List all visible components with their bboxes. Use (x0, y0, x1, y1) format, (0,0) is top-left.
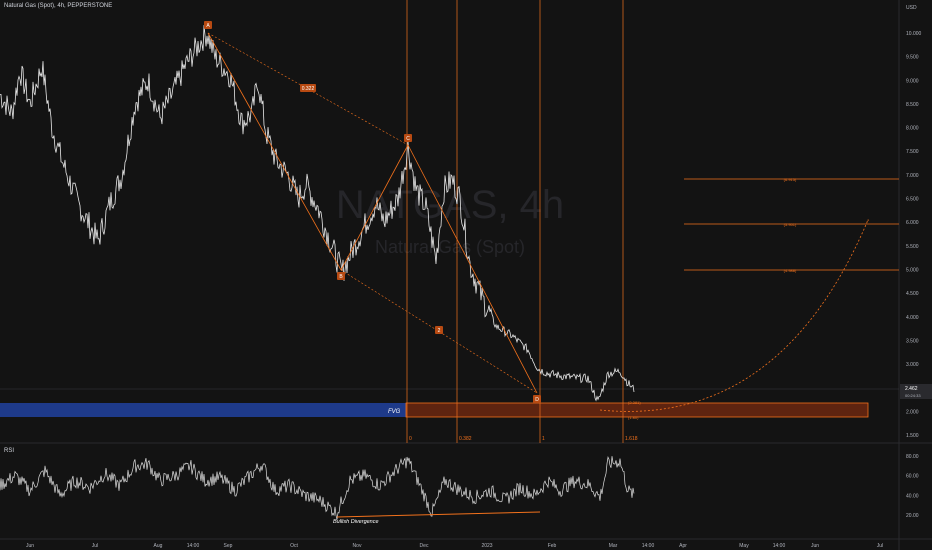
last-price-tag[interactable]: 2.462 00:24:33 (900, 384, 932, 399)
bd-badge-text: 2 (438, 328, 441, 334)
rsi-axis[interactable]: 80.00 60.00 40.00 20.00 (906, 454, 919, 519)
time-tick-label: Dec (420, 543, 429, 549)
price-tick-label: 8.500 (906, 102, 919, 108)
price-tick-label: 3.500 (906, 338, 919, 344)
price-tick-label: 7.000 (906, 173, 919, 179)
fvg-zone-blue[interactable] (0, 403, 406, 417)
time-tick-label: 14:00 (773, 543, 786, 549)
target-label-2: (5.951) (784, 222, 797, 227)
price-tick-label: 6.000 (906, 220, 919, 226)
time-tick-label: Jul (877, 543, 883, 549)
price-tick-label: 4.500 (906, 291, 919, 297)
pattern-point-b[interactable]: B (337, 272, 345, 280)
rsi-tick-label: 20.00 (906, 513, 919, 519)
price-tick-label: 9.500 (906, 55, 919, 61)
time-tick-label: Sep (224, 543, 233, 549)
pattern-point-d[interactable]: D (533, 395, 541, 403)
time-tick-label: 14:00 (642, 543, 655, 549)
chart-canvas[interactable]: NATGAS, 4h Natural Gas (Spot) FVG 0 0.38… (0, 0, 932, 550)
time-tick-label: Oct (290, 543, 298, 549)
price-tick-label: 2.000 (906, 409, 919, 415)
rsi-line[interactable] (0, 455, 635, 520)
price-tick-label: 5.500 (906, 244, 919, 250)
price-tick-label: 8.000 (906, 126, 919, 132)
time-tick-label: 14:00 (187, 543, 200, 549)
rsi-tick-label: 80.00 (906, 454, 919, 460)
target-label-3: (4.988) (784, 268, 797, 273)
small-label-2: (1.80) (628, 415, 639, 420)
time-tick-label: Jun (26, 543, 34, 549)
rsi-divergence-line[interactable] (336, 511, 541, 518)
pattern-point-c[interactable]: C (404, 134, 412, 142)
time-tick-label: Aug (154, 543, 163, 549)
time-tick-label: Feb (548, 543, 557, 549)
time-tick-label: Jun (811, 543, 819, 549)
fib-time-label-0: 0 (409, 436, 412, 442)
rsi-tick-label: 40.00 (906, 493, 919, 499)
watermark-symbol: NATGAS, 4h (336, 183, 564, 227)
rsi-tick-label: 60.00 (906, 474, 919, 480)
price-axis[interactable]: 10.000 9.500 9.000 8.500 8.000 7.500 7.000 6.50… (906, 31, 922, 439)
pattern-label-d: D (535, 397, 539, 403)
rsi-pane-label: RSI (4, 448, 15, 454)
time-tick-label: Apr (679, 543, 687, 549)
price-tick-label: 3.000 (906, 362, 919, 368)
divergence-label: Bullish Divergence (333, 519, 379, 525)
time-tick-label: Mar (609, 543, 618, 549)
time-tick-label: Nov (353, 543, 362, 549)
fvg-label: FVG (388, 409, 401, 415)
fib-time-label-1: 1 (542, 436, 545, 442)
pattern-point-a[interactable]: A (204, 21, 212, 29)
time-tick-label: 2023 (481, 543, 492, 549)
currency-label: USD (906, 5, 917, 11)
price-tick-label: 6.500 (906, 197, 919, 203)
watermark-name: Natural Gas (Spot) (375, 237, 525, 257)
chart-header-title[interactable]: Natural Gas (Spot), 4h, PEPPERSTONE (4, 3, 112, 9)
price-tick-label: 7.500 (906, 149, 919, 155)
price-tick-label: 5.000 (906, 268, 919, 274)
time-tick-label: May (739, 543, 749, 549)
last-price-value: 2.462 (905, 386, 918, 392)
ab-ratio-badge[interactable]: 0.322 (300, 84, 316, 92)
fib-time-label-1618: 1.618 (625, 436, 638, 442)
rsi-series[interactable] (0, 455, 635, 520)
small-label-1: (2.381) (628, 400, 641, 405)
price-tick-label: 10.000 (906, 31, 922, 37)
pattern-label-c: C (406, 136, 410, 142)
time-tick-label: Jul (92, 543, 98, 549)
pattern-leg-ab[interactable] (207, 32, 342, 271)
countdown-value: 00:24:33 (905, 393, 921, 398)
fib-time-label-0382: 0.382 (459, 436, 472, 442)
projection-curve[interactable] (599, 219, 869, 412)
price-tick-label: 4.000 (906, 315, 919, 321)
projection-end-marker: ↗ (866, 218, 869, 223)
bd-badge[interactable]: 2 (435, 326, 443, 334)
target-label-1: (6.915) (784, 177, 797, 182)
price-tick-label: 1.500 (906, 433, 919, 439)
ab-ratio-text: 0.322 (302, 86, 315, 92)
price-tick-label: 9.000 (906, 78, 919, 84)
time-axis[interactable]: Jun Jul Aug 14:00 Sep Oct Nov Dec 2023 Feb Mar 14:0… (26, 543, 883, 549)
